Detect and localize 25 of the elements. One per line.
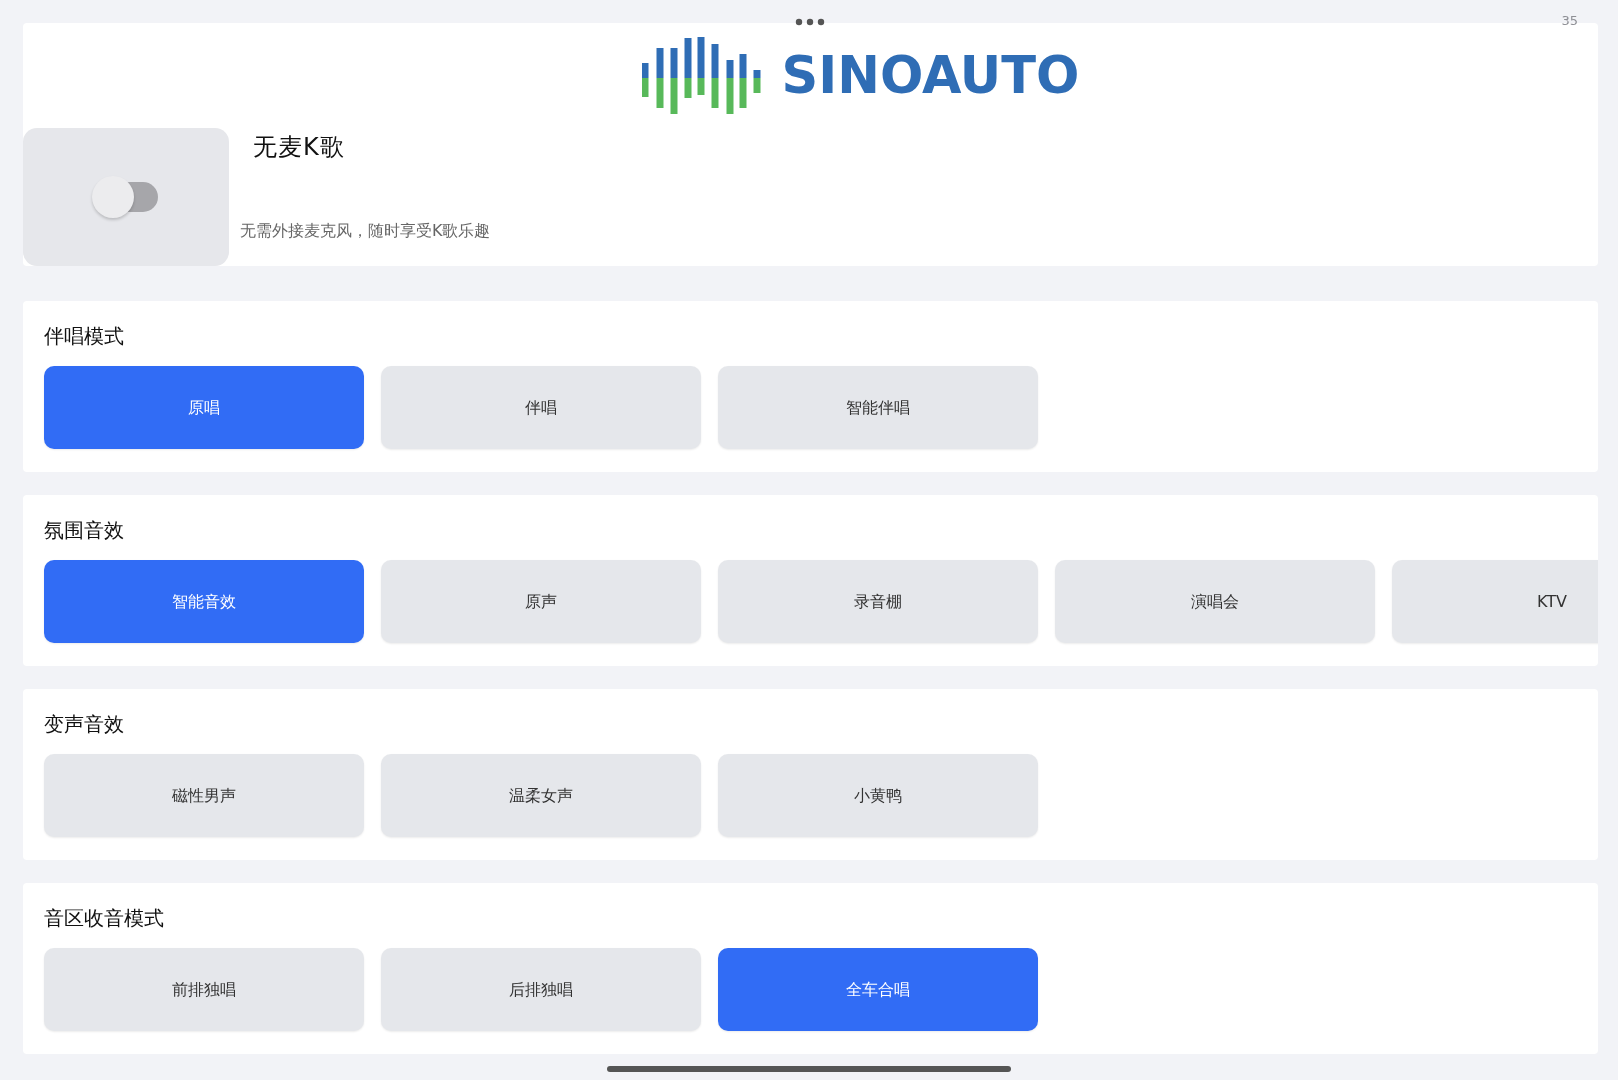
option-button[interactable]: 智能音效 bbox=[44, 560, 364, 643]
option-button[interactable]: 原声 bbox=[381, 560, 701, 643]
option-button[interactable]: 温柔女声 bbox=[381, 754, 701, 837]
toggle-switch[interactable] bbox=[92, 175, 160, 219]
section-title: 氛围音效 bbox=[44, 517, 124, 544]
option-button[interactable]: KTV bbox=[1392, 560, 1598, 643]
battery-level-text: 35 bbox=[1561, 13, 1578, 29]
equalizer-bars-icon bbox=[641, 35, 764, 116]
option-button[interactable]: 前排独唱 bbox=[44, 948, 364, 1031]
logo-wordmark: SINOAUTO bbox=[781, 50, 1080, 101]
section-title: 音区收音模式 bbox=[44, 905, 164, 932]
option-button[interactable]: 小黄鸭 bbox=[718, 754, 1038, 837]
feature-description: 无需外接麦克风，随时享受K歌乐趣 bbox=[240, 220, 491, 242]
feature-title: 无麦K歌 bbox=[253, 132, 345, 163]
option-button[interactable]: 录音棚 bbox=[718, 560, 1038, 643]
option-button[interactable]: 后排独唱 bbox=[381, 948, 701, 1031]
option-button[interactable]: 磁性男声 bbox=[44, 754, 364, 837]
option-button[interactable]: 智能伴唱 bbox=[718, 366, 1038, 449]
option-button[interactable]: 伴唱 bbox=[381, 366, 701, 449]
section-title: 变声音效 bbox=[44, 711, 124, 738]
section-title: 伴唱模式 bbox=[44, 323, 124, 350]
option-button[interactable]: 演唱会 bbox=[1055, 560, 1375, 643]
option-button[interactable]: 全车合唱 bbox=[718, 948, 1038, 1031]
three-dots-icon[interactable] bbox=[795, 18, 825, 26]
option-button[interactable]: 原唱 bbox=[44, 366, 364, 449]
